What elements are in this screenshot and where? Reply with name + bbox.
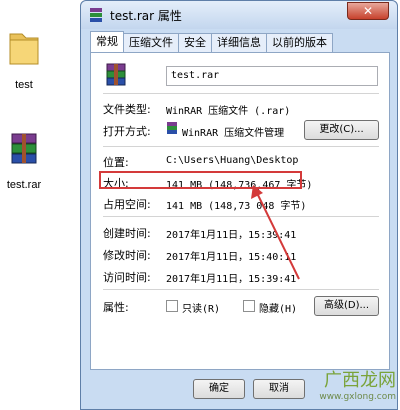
advanced-button[interactable]: 高级(D)... — [314, 296, 379, 316]
watermark-subtext: www.gxlong.com — [319, 392, 396, 402]
watermark-text: 广西龙网 — [324, 370, 396, 391]
disk-size-label: 占用空间: — [103, 198, 151, 211]
created-value: 2017年1月11日，15:39:41 — [166, 230, 297, 241]
cancel-button[interactable]: 取消 — [253, 379, 305, 399]
tab-archive[interactable]: 压缩文件 — [123, 33, 179, 52]
type-value: WinRAR 压缩文件 (.rar) — [166, 106, 291, 117]
open-with-value: WinRAR 压缩文件管理 — [182, 128, 285, 139]
hidden-checkbox[interactable] — [243, 300, 255, 312]
tab-strip: 常规 压缩文件 安全 详细信息 以前的版本 — [90, 31, 333, 53]
close-icon: ✕ — [362, 4, 374, 18]
created-label: 创建时间: — [103, 227, 151, 240]
tab-general[interactable]: 常规 — [90, 31, 124, 52]
readonly-label: 只读(R) — [182, 304, 221, 315]
divider — [103, 216, 379, 217]
folder-desktop-icon[interactable]: test — [0, 28, 48, 91]
ok-button[interactable]: 确定 — [193, 379, 245, 399]
folder-label: test — [15, 79, 33, 91]
tab-details[interactable]: 详细信息 — [211, 33, 267, 52]
rar-desktop-icon[interactable]: test.rar — [0, 130, 48, 191]
accessed-value: 2017年1月11日，15:39:41 — [166, 274, 297, 285]
folder-icon — [9, 33, 39, 65]
open-with-label: 打开方式: — [103, 125, 151, 138]
divider — [103, 93, 379, 94]
close-button[interactable]: ✕ — [347, 2, 389, 20]
disk-size-value: 141 MB (148,73 048 字节) — [166, 201, 307, 212]
hidden-label: 隐藏(H) — [259, 304, 298, 315]
rar-icon — [11, 133, 37, 164]
properties-dialog: test.rar 属性 ✕ 常规 压缩文件 安全 详细信息 以前的版本 test… — [80, 0, 398, 410]
size-highlight-box — [99, 171, 302, 189]
rar-file-icon — [106, 63, 126, 86]
tab-previous-versions[interactable]: 以前的版本 — [266, 33, 333, 52]
modified-label: 修改时间: — [103, 249, 151, 262]
location-label: 位置: — [103, 156, 129, 169]
accessed-label: 访问时间: — [103, 271, 151, 284]
type-label: 文件类型: — [103, 103, 151, 116]
winrar-app-icon — [167, 122, 177, 134]
filename-field[interactable]: test.rar — [166, 66, 378, 86]
rar-icon — [90, 8, 102, 22]
tab-security[interactable]: 安全 — [178, 33, 212, 52]
divider — [103, 289, 379, 290]
readonly-checkbox[interactable] — [166, 300, 178, 312]
change-button[interactable]: 更改(C)... — [304, 120, 379, 140]
watermark: 广西龙网 www.gxlong.com — [319, 366, 396, 402]
rar-label: test.rar — [6, 179, 42, 191]
title-bar[interactable]: test.rar 属性 ✕ — [81, 1, 397, 29]
divider — [103, 146, 379, 147]
general-panel: test.rar 文件类型: WinRAR 压缩文件 (.rar) 打开方式: … — [90, 52, 390, 370]
modified-value: 2017年1月11日，15:40:11 — [166, 252, 297, 263]
window-title: test.rar 属性 — [110, 9, 182, 23]
location-value: C:\Users\Huang\Desktop — [166, 155, 299, 166]
attributes-label: 属性: — [103, 301, 129, 314]
